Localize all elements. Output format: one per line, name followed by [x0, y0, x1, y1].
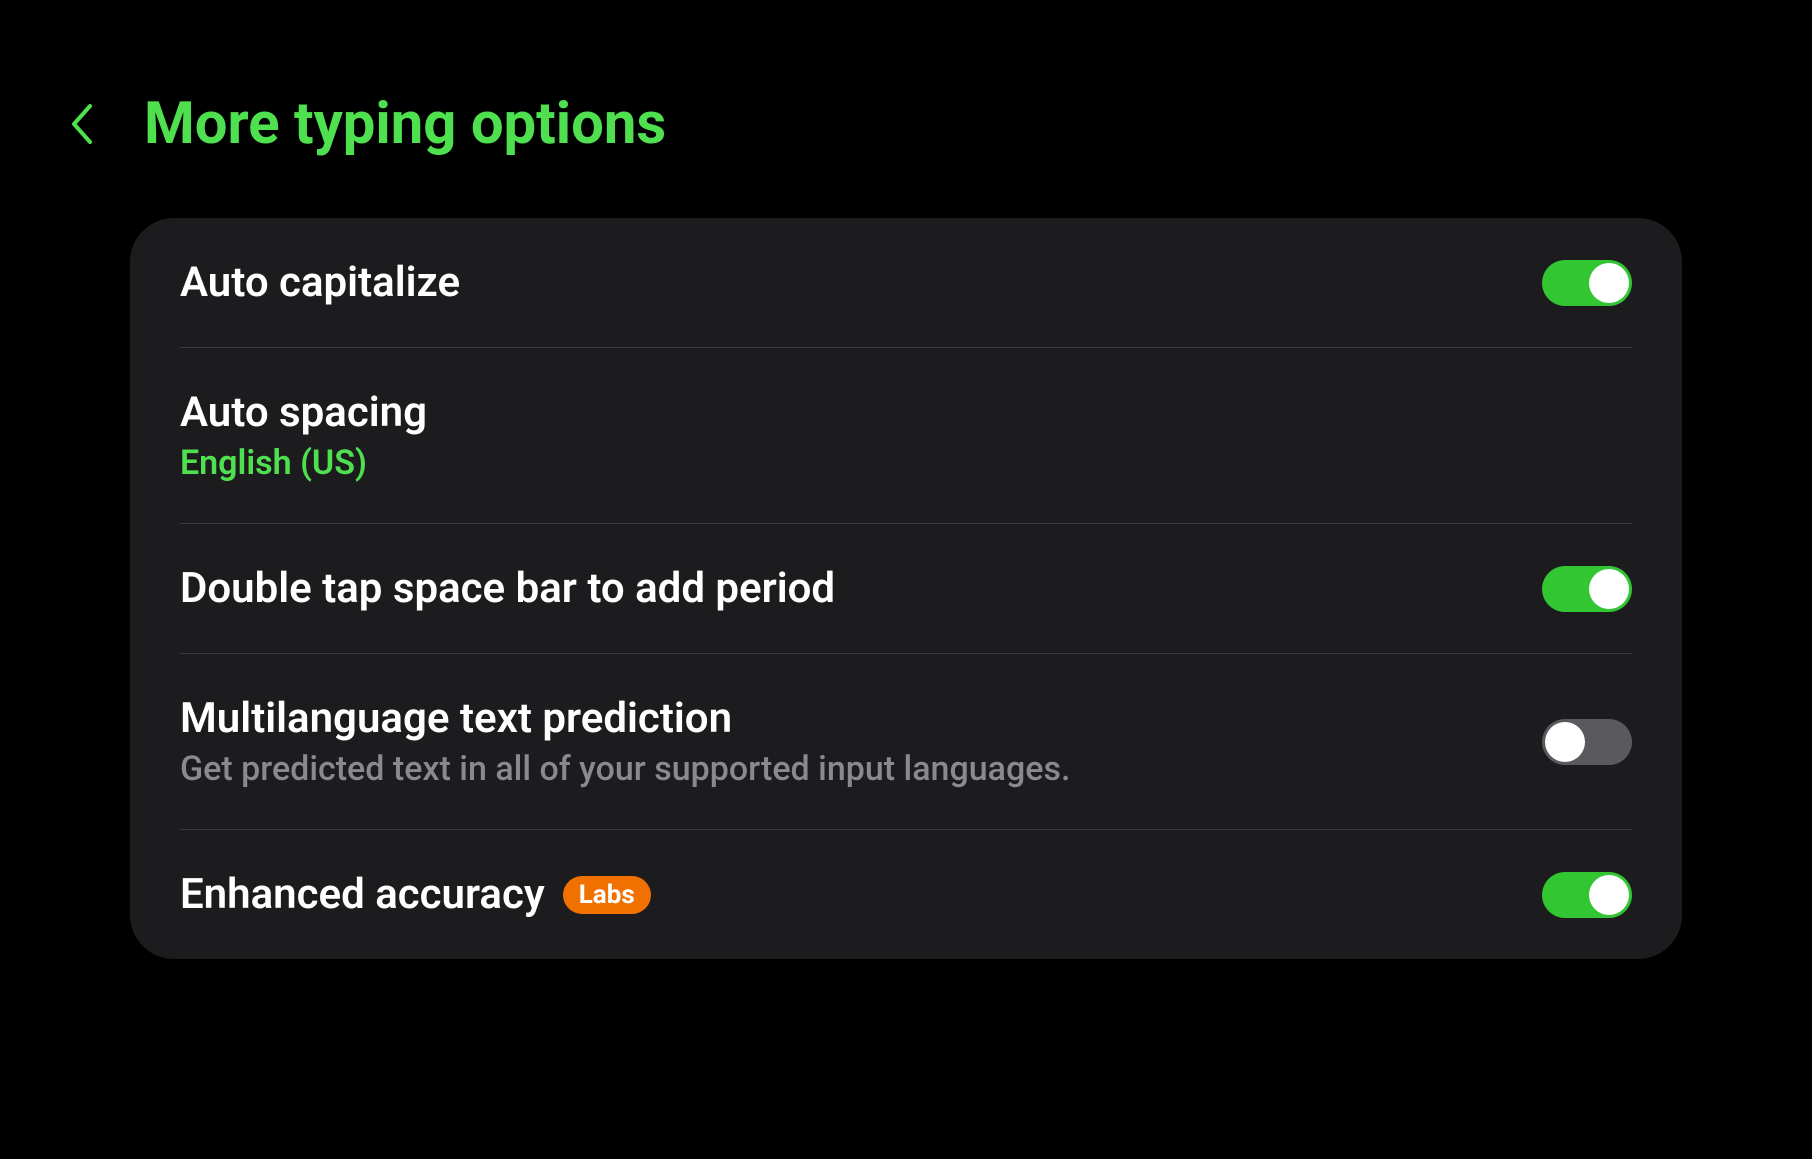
setting-subtitle: Get predicted text in all of your suppor…: [180, 749, 1542, 789]
toggle-multilanguage[interactable]: [1542, 719, 1632, 765]
settings-card: Auto capitalize Auto spacing English (US…: [130, 218, 1682, 959]
setting-title-text: Enhanced accuracy: [180, 870, 545, 919]
toggle-knob: [1545, 722, 1585, 762]
toggle-knob: [1589, 875, 1629, 915]
toggle-double-tap[interactable]: [1542, 566, 1632, 612]
setting-title: Auto spacing: [180, 388, 1632, 437]
back-button[interactable]: [60, 102, 104, 146]
page-header: More typing options: [0, 0, 1812, 208]
labs-badge: Labs: [563, 876, 651, 914]
setting-double-tap[interactable]: Double tap space bar to add period: [130, 524, 1682, 653]
toggle-enhanced-accuracy[interactable]: [1542, 872, 1632, 918]
setting-content: Double tap space bar to add period: [180, 564, 1542, 613]
toggle-knob: [1589, 569, 1629, 609]
setting-auto-spacing[interactable]: Auto spacing English (US): [130, 348, 1682, 523]
setting-multilanguage[interactable]: Multilanguage text prediction Get predic…: [130, 654, 1682, 829]
setting-content: Auto spacing English (US): [180, 388, 1632, 483]
chevron-left-icon: [70, 102, 94, 146]
page-title: More typing options: [144, 90, 666, 158]
setting-content: Enhanced accuracy Labs: [180, 870, 1542, 919]
setting-title: Double tap space bar to add period: [180, 564, 1542, 613]
setting-content: Multilanguage text prediction Get predic…: [180, 694, 1542, 789]
setting-title: Enhanced accuracy Labs: [180, 870, 1542, 919]
toggle-auto-capitalize[interactable]: [1542, 260, 1632, 306]
setting-title: Auto capitalize: [180, 258, 1542, 307]
spacer: [0, 959, 1812, 1159]
toggle-knob: [1589, 263, 1629, 303]
setting-enhanced-accuracy[interactable]: Enhanced accuracy Labs: [130, 830, 1682, 959]
setting-content: Auto capitalize: [180, 258, 1542, 307]
setting-auto-capitalize[interactable]: Auto capitalize: [130, 218, 1682, 347]
setting-subtitle: English (US): [180, 443, 1632, 483]
setting-title: Multilanguage text prediction: [180, 694, 1542, 743]
